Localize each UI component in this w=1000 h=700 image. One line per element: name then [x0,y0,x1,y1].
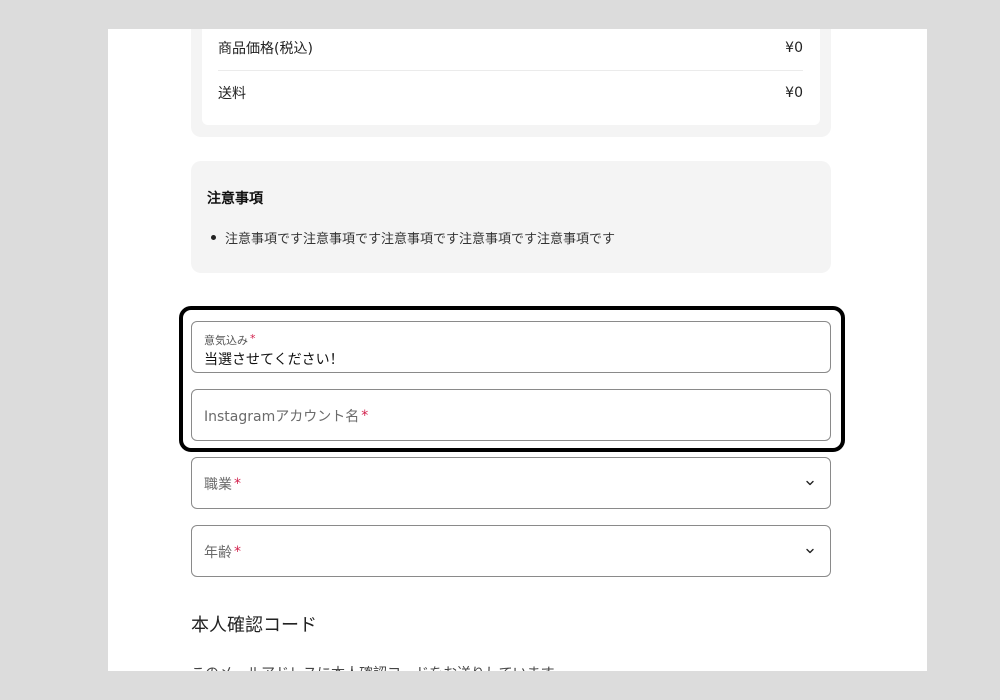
verification-title: 本人確認コード [191,615,317,636]
motivation-value: 当選させてください！ [204,352,344,368]
price-row-value: ¥0 [785,40,803,56]
age-placeholder: 年齢 * [204,542,241,562]
occupation-placeholder: 職業 * [204,474,241,494]
motivation-label-text: 意気込み [204,334,248,347]
required-mark: * [234,544,241,560]
checkout-page: 商品価格(税込) ¥0 送料 ¥0 注意事項 注意事項です注意事項です注意事項で… [108,29,927,671]
required-mark: * [361,408,369,424]
occupation-select[interactable]: 職業 * [191,457,831,509]
divider [218,70,803,71]
price-row-item: 商品価格(税込) ¥0 [218,35,803,61]
occupation-placeholder-text: 職業 [204,477,232,493]
bullet-icon [211,235,216,240]
price-row-value: ¥0 [785,85,803,101]
age-placeholder-text: 年齢 [204,545,232,561]
instagram-account-field[interactable]: Instagramアカウント名 * [191,389,831,441]
notice-text: 注意事項です注意事項です注意事項です注意事項です注意事項です [225,232,616,247]
notice-list-item: 注意事項です注意事項です注意事項です注意事項です注意事項です [207,228,615,247]
required-mark: * [250,332,256,345]
price-summary-panel: 商品価格(税込) ¥0 送料 ¥0 [191,29,831,137]
chevron-down-icon [806,480,814,486]
price-summary-card: 商品価格(税込) ¥0 送料 ¥0 [202,29,820,125]
age-select[interactable]: 年齢 * [191,525,831,577]
motivation-label: 意気込み * [204,332,256,348]
price-row-shipping: 送料 ¥0 [218,80,803,106]
verification-description: このメールアドレスに本人確認コードをお送りしています [191,663,555,671]
chevron-down-icon [806,548,814,554]
instagram-placeholder-text: Instagramアカウント名 [204,409,360,425]
instagram-placeholder: Instagramアカウント名 * [204,406,368,426]
required-mark: * [234,476,241,492]
notice-title: 注意事項 [207,191,263,207]
price-row-label: 商品価格(税込) [218,41,313,57]
price-row-label: 送料 [218,86,246,102]
motivation-field[interactable]: 意気込み * 当選させてください！ [191,321,831,373]
notice-box: 注意事項 注意事項です注意事項です注意事項です注意事項です注意事項です [191,161,831,273]
